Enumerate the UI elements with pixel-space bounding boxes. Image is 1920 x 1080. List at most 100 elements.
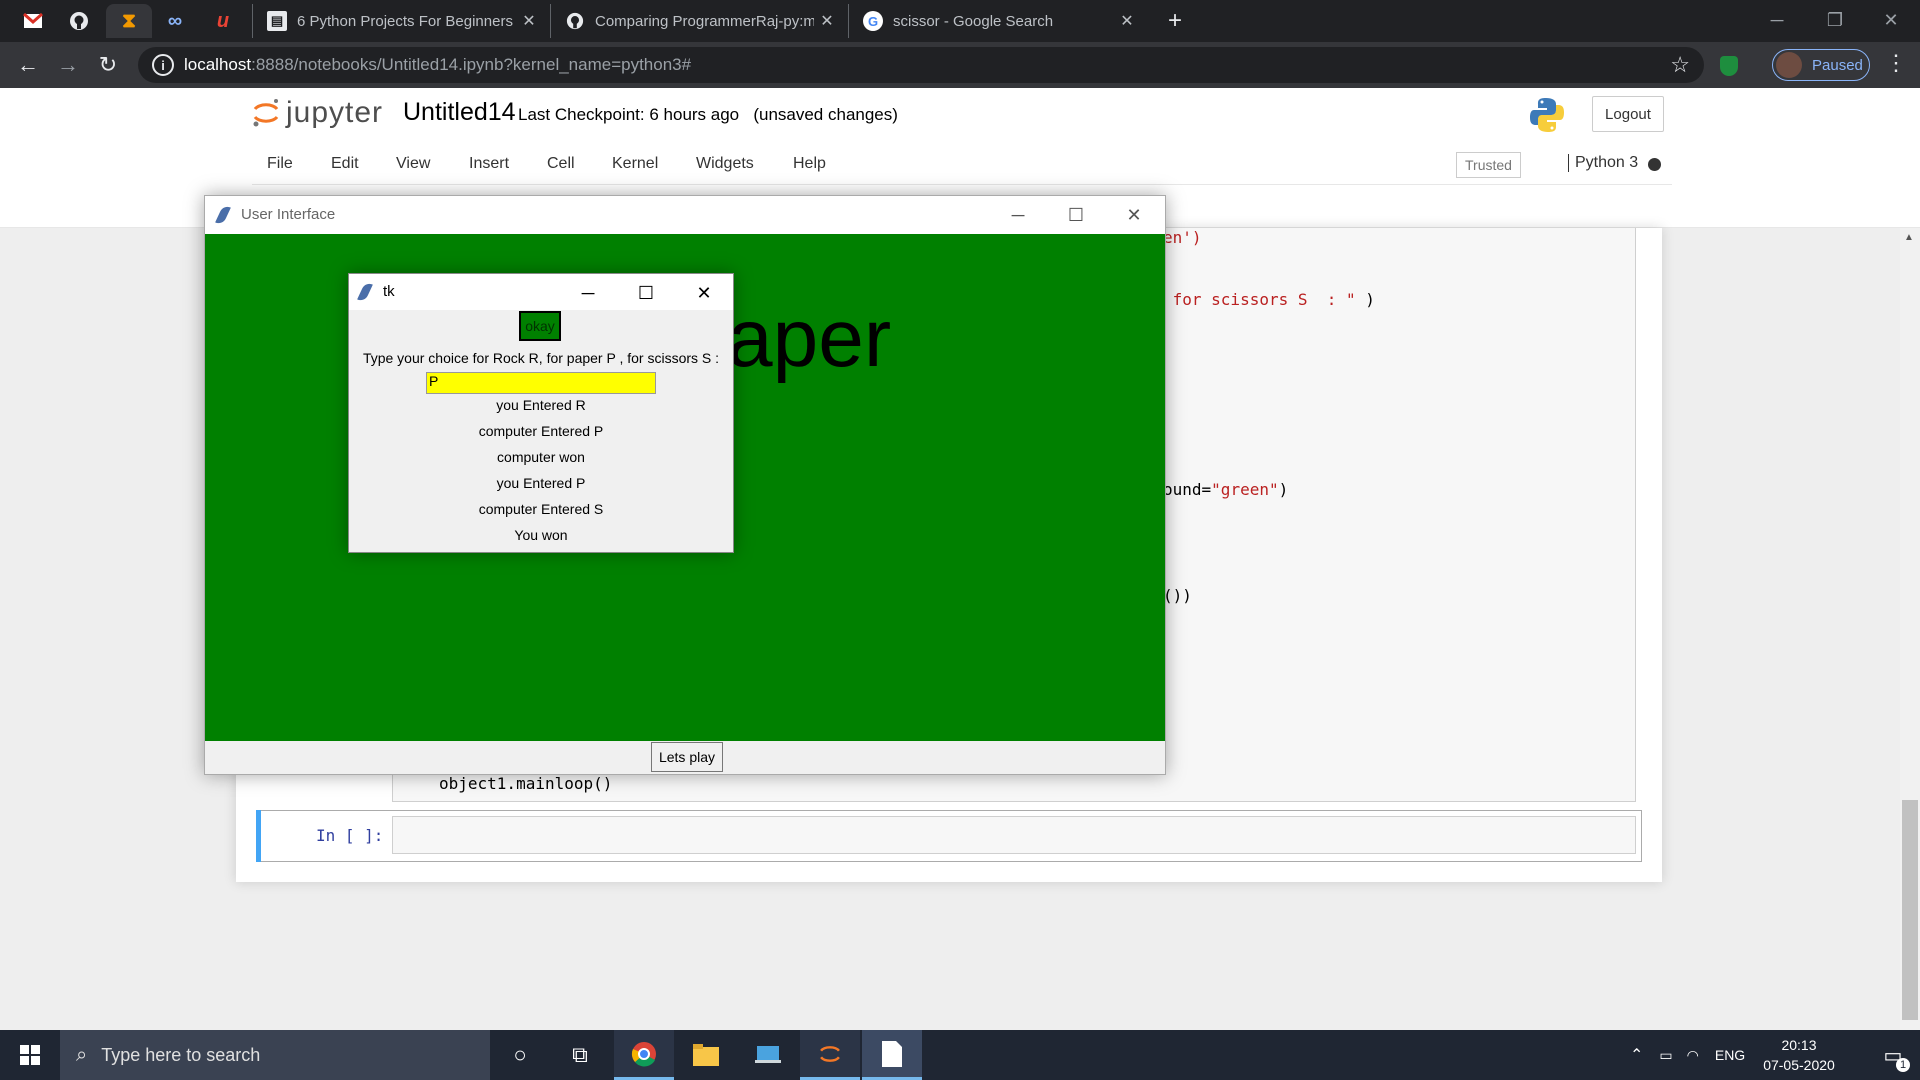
reload-button[interactable]: ↻	[92, 49, 124, 81]
back-button[interactable]: ←	[12, 49, 44, 81]
tk-feather-icon	[215, 204, 231, 226]
github-pinned-tab[interactable]	[56, 4, 102, 38]
notebook-name[interactable]: Untitled14	[403, 98, 516, 127]
close-button[interactable]: ✕	[1105, 196, 1163, 234]
menu-view[interactable]: View	[396, 155, 430, 173]
url-path: :8888/notebooks/Untitled14.ipynb?kernel_…	[251, 55, 692, 74]
maximize-button[interactable]: ☐	[1047, 196, 1105, 234]
choice-input[interactable]: P	[426, 372, 656, 394]
notification-center-button[interactable]: ▭ 1	[1866, 1030, 1920, 1080]
file-explorer-icon[interactable]	[676, 1030, 736, 1080]
shield-extension-icon[interactable]	[1720, 56, 1738, 76]
choice-prompt-label: Type your choice for Rock R, for paper P…	[362, 350, 720, 366]
start-button[interactable]	[0, 1030, 60, 1080]
menu-edit[interactable]: Edit	[331, 155, 359, 173]
tab-google-search[interactable]: G scissor - Google Search ✕	[848, 4, 1148, 38]
avatar	[1776, 52, 1802, 78]
address-bar[interactable]: i localhost:8888/notebooks/Untitled14.ip…	[138, 47, 1704, 83]
scroll-up-icon[interactable]: ▲	[1904, 232, 1914, 243]
tk-dialog-window: tk ─ ☐ ✕ okay Type your choice for Rock …	[348, 273, 734, 553]
selected-cell-indicator	[256, 810, 261, 862]
forward-button[interactable]: →	[52, 49, 84, 81]
wifi-icon[interactable]: ◠	[1687, 1047, 1699, 1064]
battery-icon[interactable]: ▭	[1659, 1047, 1672, 1064]
trusted-indicator[interactable]: Trusted	[1456, 152, 1521, 178]
cortana-icon[interactable]: ○	[490, 1030, 550, 1080]
close-tab-icon[interactable]: ✕	[516, 11, 542, 31]
more-menu-icon[interactable]: ⋮	[1884, 50, 1908, 76]
info-icon[interactable]: i	[152, 54, 174, 76]
menu-widgets[interactable]: Widgets	[696, 155, 754, 173]
tk-feather-icon	[357, 281, 373, 303]
menu-file[interactable]: File	[267, 155, 293, 173]
scrollbar-thumb[interactable]	[1902, 800, 1918, 1020]
github-icon	[565, 11, 585, 31]
logout-button[interactable]: Logout	[1592, 96, 1664, 132]
result-line: You won	[514, 527, 568, 543]
taskbar-clock[interactable]: 20:13 07-05-2020	[1756, 1035, 1842, 1075]
checkpoint-text: Last Checkpoint: 6 hours ago	[518, 105, 740, 124]
infinity-pinned-tab[interactable]: ∞	[152, 4, 198, 38]
infinity-icon: ∞	[167, 9, 183, 32]
menu-cell[interactable]: Cell	[547, 155, 575, 173]
udemy-pinned-tab[interactable]: u	[200, 4, 246, 38]
bookmark-star-icon[interactable]: ☆	[1670, 52, 1690, 78]
code-line-mainloop: object1.mainloop()	[439, 774, 613, 793]
chevron-up-icon[interactable]: ⌃	[1630, 1045, 1643, 1065]
tab-title: scissor - Google Search	[893, 12, 1054, 30]
minimize-button[interactable]: ─	[989, 196, 1047, 234]
search-placeholder: Type here to search	[101, 1044, 261, 1065]
new-tab-button[interactable]: +	[1160, 6, 1190, 36]
window-title: tk	[383, 283, 395, 300]
hourglass-pinned-tab[interactable]: ⧗	[106, 4, 152, 38]
gmail-icon	[23, 13, 43, 28]
result-line: you Entered P	[496, 475, 586, 491]
menu-insert[interactable]: Insert	[469, 155, 509, 173]
result-line: computer Entered P	[478, 423, 604, 439]
cell-prompt: In [ ]:	[316, 826, 384, 845]
jupyter-wordmark: jupyter	[286, 96, 384, 129]
jupyter-icon	[820, 1045, 840, 1062]
tab-python-projects[interactable]: ▤ 6 Python Projects For Beginners ✕	[252, 4, 550, 38]
window-titlebar[interactable]: User Interface ─ ☐ ✕	[205, 196, 1165, 234]
desktop-app-icon[interactable]	[738, 1030, 798, 1080]
result-line: computer won	[497, 449, 585, 465]
chrome-icon	[631, 1041, 656, 1066]
window-titlebar[interactable]: tk ─ ☐ ✕	[349, 274, 733, 310]
chrome-taskbar-icon[interactable]	[614, 1030, 674, 1080]
okay-button[interactable]: okay	[519, 311, 561, 341]
taskbar-search-box[interactable]: ⌕ Type here to search	[60, 1030, 490, 1080]
result-line: computer Entered S	[478, 501, 604, 517]
restore-window-button[interactable]: ❐	[1806, 0, 1864, 40]
menu-kernel[interactable]: Kernel	[612, 155, 658, 173]
hourglass-icon: ⧗	[121, 9, 137, 32]
github-icon	[70, 12, 88, 30]
close-button[interactable]: ✕	[675, 274, 733, 312]
windows-logo-icon	[20, 1045, 40, 1065]
jupyter-logo-icon	[253, 99, 279, 127]
document-icon	[882, 1040, 902, 1067]
checkpoint-status: Last Checkpoint: 6 hours ago (unsaved ch…	[518, 105, 898, 125]
jupyter-logo[interactable]: jupyter	[252, 96, 383, 130]
maximize-button[interactable]: ☐	[617, 274, 675, 312]
minimize-window-button[interactable]: ─	[1748, 0, 1806, 40]
menu-help[interactable]: Help	[793, 155, 826, 173]
lets-play-button[interactable]: Lets play	[651, 742, 723, 772]
tab-comparing-repo[interactable]: Comparing ProgrammerRaj-py:m ✕	[550, 4, 848, 38]
clock-time: 20:13	[1781, 1037, 1817, 1053]
close-tab-icon[interactable]: ✕	[814, 11, 840, 31]
empty-cell-input[interactable]	[392, 816, 1636, 854]
minimize-button[interactable]: ─	[559, 274, 617, 312]
jupyter-taskbar-icon[interactable]	[800, 1030, 860, 1080]
browser-tab-strip: ⧗ ∞ u ▤ 6 Python Projects For Beginners …	[0, 0, 1920, 42]
language-indicator[interactable]: ENG	[1715, 1047, 1745, 1063]
windows-taskbar: ⌕ Type here to search ○ ⧉ ⌃ ▭ ◠ ENG 20:1…	[0, 1030, 1920, 1080]
close-window-button[interactable]: ✕	[1862, 0, 1920, 40]
gmail-pinned-tab[interactable]	[10, 4, 56, 38]
task-view-icon[interactable]: ⧉	[550, 1030, 610, 1080]
jupyter-header: jupyter Untitled14 Last Checkpoint: 6 ho…	[0, 88, 1920, 144]
notepad-taskbar-icon[interactable]	[862, 1030, 922, 1080]
clock-date: 07-05-2020	[1763, 1057, 1835, 1073]
close-tab-icon[interactable]: ✕	[1114, 11, 1140, 31]
profile-button[interactable]: Paused	[1772, 49, 1870, 81]
